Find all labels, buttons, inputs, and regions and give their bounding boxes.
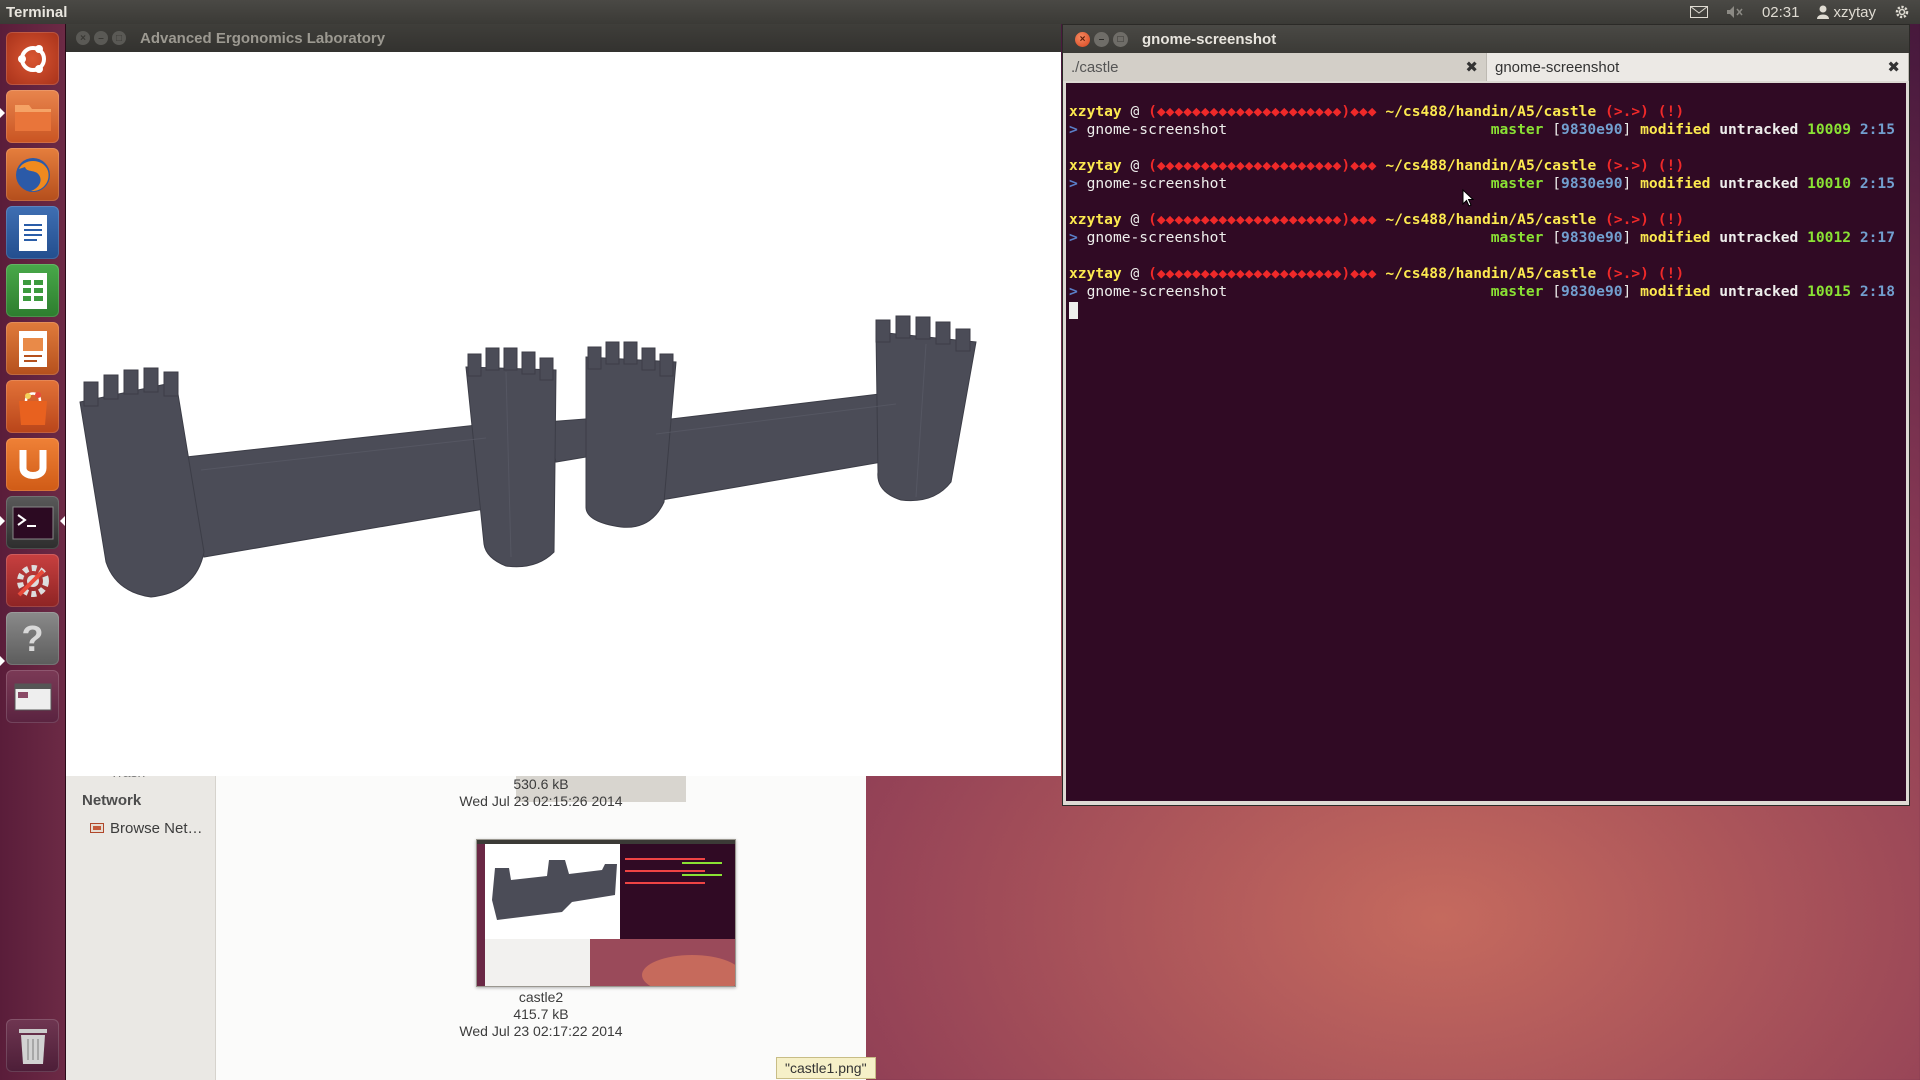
presentation-icon (18, 330, 47, 367)
castle-model (79, 315, 977, 598)
minimize-icon[interactable]: – (1094, 31, 1109, 47)
ubuntu-one-icon (19, 449, 46, 479)
file-size: 415.7 kB (513, 1006, 569, 1022)
maximize-icon[interactable]: □ (112, 31, 126, 45)
ubuntu-logo-icon (17, 44, 46, 73)
workspace-switcher-button[interactable] (6, 670, 59, 723)
prompt-line: xzytay @ (◆◆◆◆◆◆◆◆◆◆◆◆◆◆◆◆◆◆◆◆◆)◆◆◆ ~/cs… (1069, 157, 1685, 174)
file-manager-window: Trash Network Browse Net… 530.6 kB Wed J… (66, 764, 876, 1080)
mail-icon[interactable] (1689, 6, 1708, 18)
terminal-window: × – □ gnome-screenshot ./castle ✖ gnome-… (1062, 24, 1910, 806)
user-icon (1817, 5, 1830, 19)
firefox-button[interactable] (6, 148, 59, 201)
terminal-tab-bar: ./castle ✖ gnome-screenshot ✖ (1063, 53, 1909, 81)
minimize-icon[interactable]: – (94, 31, 108, 45)
sidebar-item-label: Browse Net… (110, 820, 203, 837)
focused-indicator (60, 516, 65, 526)
dash-button[interactable] (6, 32, 59, 85)
active-app-title: Terminal (6, 3, 68, 21)
text-cursor (1069, 301, 1078, 319)
close-icon[interactable]: × (1075, 31, 1090, 47)
maximize-icon[interactable]: □ (1113, 31, 1128, 47)
file-date: Wed Jul 23 02:15:26 2014 (459, 793, 623, 809)
castle-viewer-window: × – □ Advanced Ergonomics Laboratory (66, 24, 1061, 776)
status-bar: "castle1.png" selected (530.6 kB) (776, 1057, 876, 1079)
shopping-bag-icon (18, 391, 47, 425)
software-center-button[interactable] (6, 380, 59, 433)
command-line: > gnome-screenshot master [9830e90] modif… (1069, 283, 1895, 300)
command-line: > gnome-screenshot master [9830e90] modif… (1069, 175, 1895, 192)
trash-button[interactable] (6, 1019, 59, 1072)
window-title: Advanced Ergonomics Laboratory (140, 29, 386, 47)
tab-close-icon[interactable]: ✖ (1887, 58, 1900, 76)
prompt-line: xzytay @ (◆◆◆◆◆◆◆◆◆◆◆◆◆◆◆◆◆◆◆◆◆)◆◆◆ ~/cs… (1069, 103, 1685, 120)
sound-muted-icon[interactable] (1726, 5, 1744, 19)
clock[interactable]: 02:31 (1762, 4, 1800, 21)
workspace-icon (14, 683, 51, 710)
tab-label: gnome-screenshot (1495, 58, 1620, 76)
user-name: xzytay (1833, 3, 1876, 21)
file-name[interactable]: castle2 (216, 989, 866, 1006)
window-titlebar[interactable]: × – □ Advanced Ergonomics Laboratory (66, 24, 1061, 52)
firefox-icon (15, 157, 50, 192)
prompt-line: xzytay @ (◆◆◆◆◆◆◆◆◆◆◆◆◆◆◆◆◆◆◆◆◆)◆◆◆ ~/cs… (1069, 265, 1685, 282)
input-line[interactable] (1069, 301, 1903, 319)
user-menu[interactable]: xzytay (1817, 4, 1876, 21)
terminal-button[interactable] (6, 496, 59, 549)
top-panel: Terminal 02:31 xzytay (0, 0, 1920, 24)
trash-icon (18, 1028, 47, 1064)
network-icon (90, 822, 104, 833)
file-date: Wed Jul 23 02:17:22 2014 (459, 1023, 623, 1039)
command-line: > gnome-screenshot master [9830e90] modif… (1069, 229, 1895, 246)
spreadsheet-icon (18, 272, 47, 309)
writer-button[interactable] (6, 206, 59, 259)
running-indicator (0, 516, 5, 526)
files-button[interactable] (6, 90, 59, 143)
help-button[interactable]: ? (6, 612, 59, 665)
file-manager-sidebar: Trash Network Browse Net… (66, 764, 216, 1080)
terminal-output[interactable]: xzytay @ (◆◆◆◆◆◆◆◆◆◆◆◆◆◆◆◆◆◆◆◆◆)◆◆◆ ~/cs… (1066, 83, 1906, 801)
prompt-line: xzytay @ (◆◆◆◆◆◆◆◆◆◆◆◆◆◆◆◆◆◆◆◆◆)◆◆◆ ~/cs… (1069, 211, 1685, 228)
tab-close-icon[interactable]: ✖ (1465, 58, 1478, 76)
calc-button[interactable] (6, 264, 59, 317)
command-line: > gnome-screenshot master [9830e90] modif… (1069, 121, 1895, 138)
network-heading: Network (82, 792, 142, 809)
running-indicator (0, 656, 5, 666)
castle-render-canvas[interactable] (66, 52, 1061, 776)
terminal-icon (12, 506, 53, 539)
file-icon-view: 530.6 kB Wed Jul 23 02:15:26 2014 castle… (216, 776, 876, 1080)
folder-icon (14, 104, 51, 131)
launcher: ? (0, 24, 66, 1080)
tab-castle[interactable]: ./castle ✖ (1063, 53, 1487, 81)
window-title: gnome-screenshot (1142, 30, 1277, 48)
settings-tools-icon (16, 564, 49, 597)
system-settings-button[interactable] (6, 554, 59, 607)
file-size: 530.6 kB (513, 776, 569, 792)
question-mark-icon: ? (21, 617, 44, 659)
file-thumbnail-castle2[interactable] (476, 839, 736, 987)
writer-document-icon (18, 214, 47, 251)
window-titlebar[interactable]: × – □ gnome-screenshot (1063, 25, 1909, 53)
gear-icon[interactable] (1894, 4, 1910, 20)
impress-button[interactable] (6, 322, 59, 375)
tab-label: ./castle (1071, 58, 1119, 76)
mouse-pointer-icon (1462, 189, 1474, 207)
close-icon[interactable]: × (76, 31, 90, 45)
ubuntu-one-button[interactable] (6, 438, 59, 491)
sidebar-item-browse-network[interactable]: Browse Net… (90, 820, 203, 837)
running-indicator (0, 108, 5, 118)
tab-gnome-screenshot[interactable]: gnome-screenshot ✖ (1487, 53, 1909, 81)
